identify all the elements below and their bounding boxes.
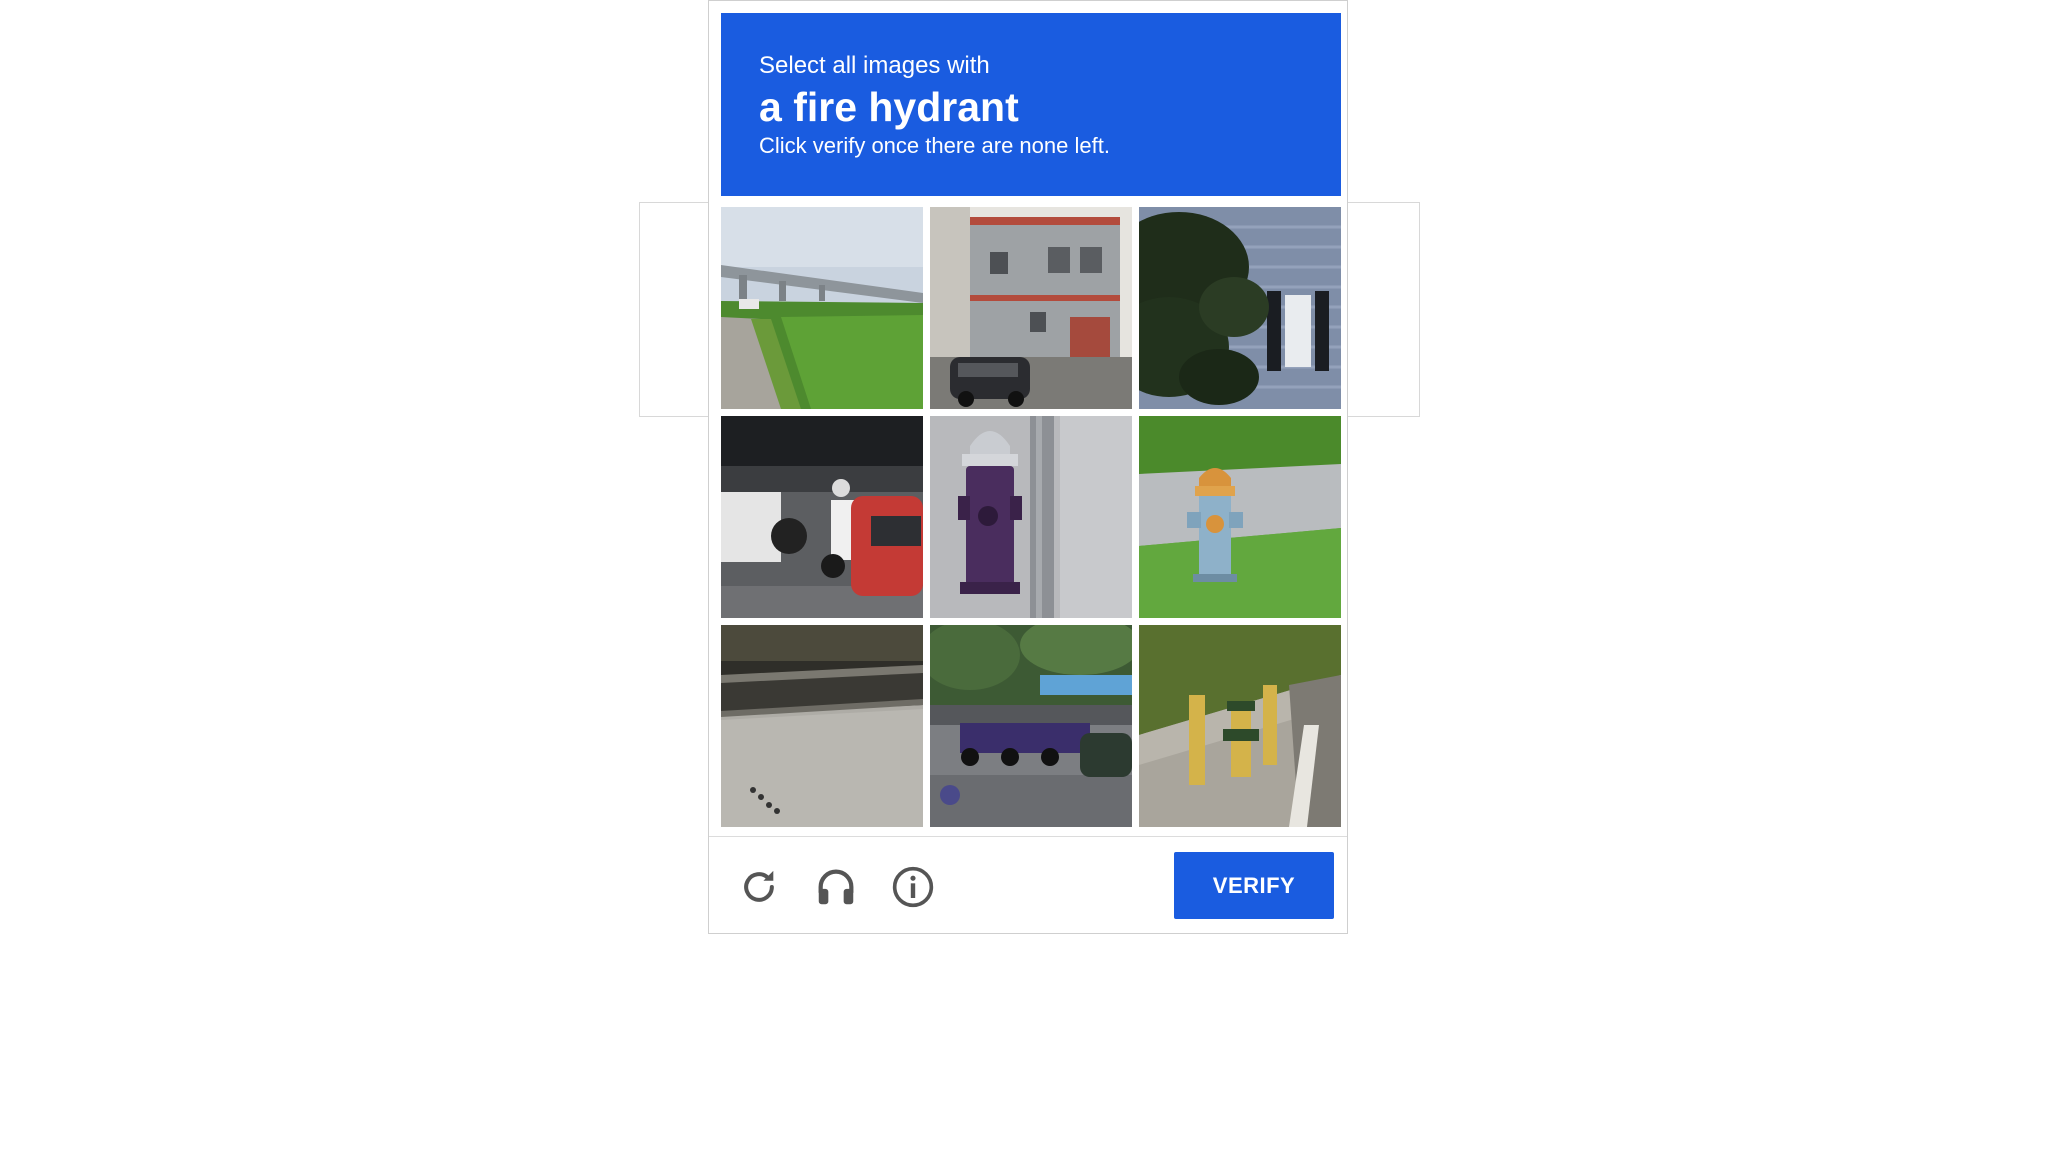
verify-button[interactable]: VERIFY: [1174, 852, 1334, 919]
audio-challenge-button[interactable]: [808, 859, 864, 915]
tile-tree-and-siding[interactable]: [1139, 207, 1341, 409]
headphones-icon: [818, 869, 854, 905]
footer-divider: [709, 836, 1347, 837]
tile-house-with-car[interactable]: [930, 207, 1132, 409]
tile-parked-motorbikes[interactable]: [930, 625, 1132, 827]
tile-truck-and-scooter-traffic[interactable]: [721, 416, 923, 618]
tile-fire-hydrant-on-grass[interactable]: [1139, 416, 1341, 618]
tile-purple-fire-hydrant[interactable]: [930, 416, 1132, 618]
tile-elevated-railway-field[interactable]: [721, 207, 923, 409]
info-icon: [892, 866, 934, 908]
tile-hydrant-with-bollards[interactable]: [1139, 625, 1341, 827]
prompt-target: a fire hydrant: [759, 84, 1019, 130]
tile-highway-barrier[interactable]: [721, 625, 923, 827]
captcha-challenge: Select all images with a fire hydrant Cl…: [708, 0, 1348, 934]
prompt-intro: Select all images with: [759, 52, 990, 79]
reload-icon: [744, 870, 774, 902]
reload-button[interactable]: [731, 859, 787, 915]
image-grid: [721, 207, 1341, 827]
prompt-instruction: Click verify once there are none left.: [759, 133, 1110, 158]
instructions-header: Select all images with a fire hydrant Cl…: [721, 13, 1341, 196]
help-button[interactable]: [885, 859, 941, 915]
